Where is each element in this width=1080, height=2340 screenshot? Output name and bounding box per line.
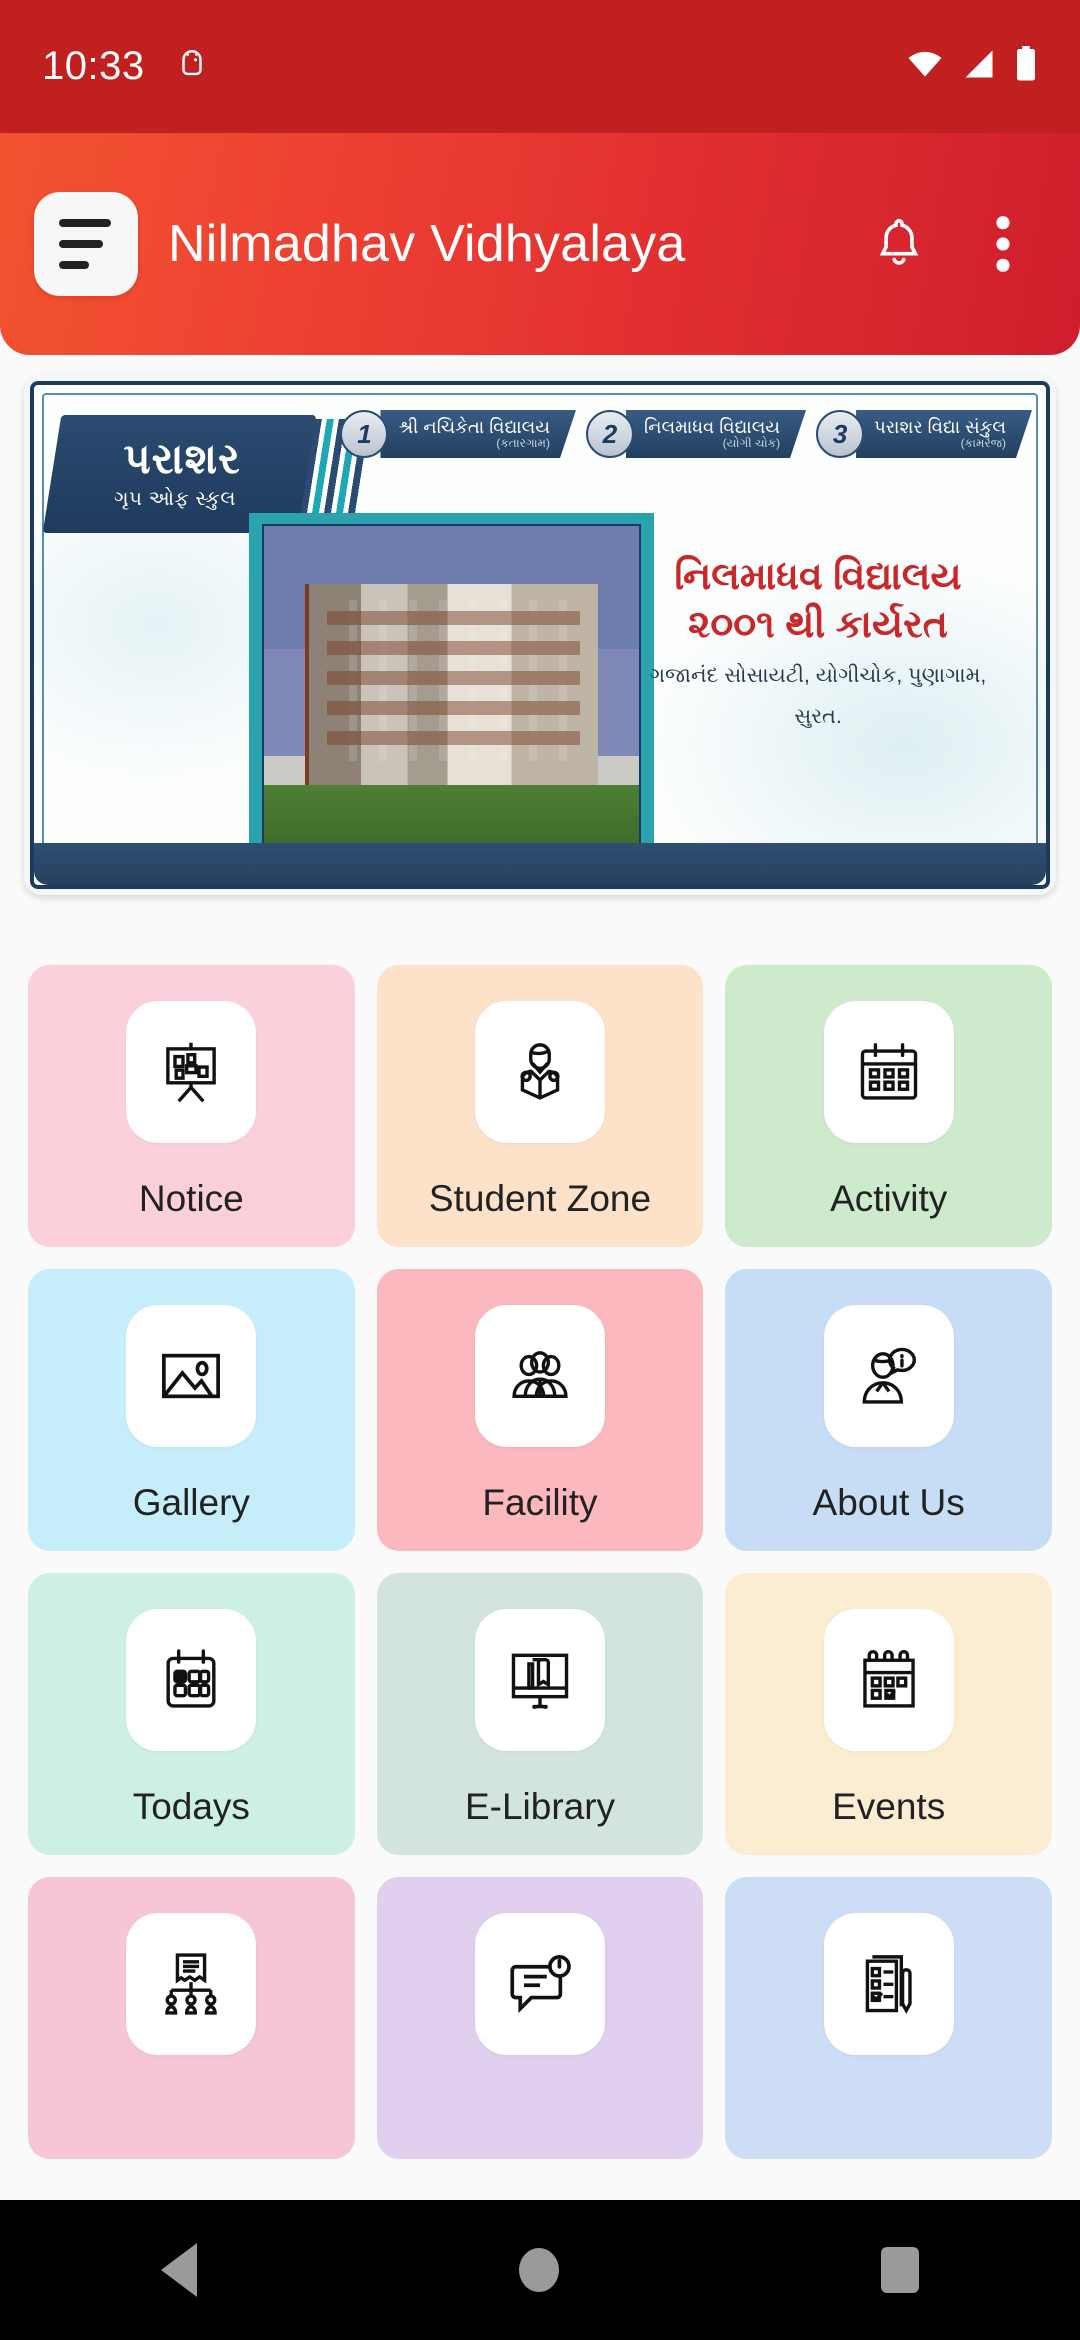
student-reading-icon (474, 1001, 605, 1143)
banner-tab: 1 શ્રી નચિકેતા વિદ્યાલય (કતારગામ) (340, 407, 576, 461)
banner-address-line2: સુરત. (794, 705, 842, 729)
tile-label: Activity (830, 1178, 948, 1219)
banner-school-tabs: 1 શ્રી નચિકેતા વિદ્યાલય (કતારગામ) 2 નિલમ… (334, 407, 1032, 461)
android-navigation-bar (0, 2200, 1080, 2340)
tile-about-us[interactable]: About Us (725, 1269, 1052, 1551)
page-title: Nilmadhav Vidhyalaya (168, 215, 686, 273)
hamburger-menu-icon[interactable] (34, 192, 138, 296)
status-bar-right (906, 46, 1038, 87)
chat-clock-icon (474, 1913, 605, 2055)
building-image (262, 524, 641, 852)
tile-organisation[interactable] (28, 1877, 355, 2159)
banner-text-block: નિલમાધવ વિદ્યાલય ૨૦૦૧ થી કાર્યરત ગજાનંદ … (618, 555, 1018, 733)
logo-sub-text: ગૃપ ઓફ સ્કુલ (114, 487, 237, 510)
banner-tab-number: 2 (586, 410, 635, 458)
app-bar: Nilmadhav Vidhyalaya (0, 133, 1080, 355)
tile-chat[interactable] (376, 1877, 704, 2159)
banner-tab-title: પરાશર વિદ્યા સંકુલ (874, 417, 1006, 438)
app-bar-actions (856, 201, 1046, 287)
tile-todays[interactable]: Todays (28, 1573, 355, 1855)
bell-icon[interactable] (856, 201, 942, 287)
status-bar-left: 10:33 (42, 44, 209, 89)
menu-grid: Notice Student Zone Activity Gallery Fac… (28, 965, 1052, 2159)
tile-label: About Us (812, 1482, 965, 1523)
notice-board-icon (126, 1001, 257, 1143)
image-icon (126, 1305, 257, 1447)
tile-activity[interactable]: Activity (725, 965, 1052, 1247)
banner-tab: 2 નિલમાધવ વિદ્યાલય (યોગી ચોક) (586, 407, 806, 461)
tile-student-zone[interactable]: Student Zone (376, 965, 704, 1247)
android-debug-icon (175, 47, 209, 86)
tile-notice[interactable]: Notice (28, 965, 355, 1247)
lawn (264, 785, 639, 850)
tile-events[interactable]: Events (725, 1573, 1052, 1855)
school-banner-card[interactable]: પરાશર ગૃપ ઓફ સ્કુલ 1 શ્રી નચિકેતા વિદ્યા… (24, 375, 1056, 895)
tile-label: Todays (132, 1786, 250, 1827)
banner-tab-sub: (કામરેજ) (960, 436, 1006, 451)
status-bar: 10:33 (0, 0, 1080, 133)
monitor-book-icon (474, 1609, 605, 1751)
people-group-icon (474, 1305, 605, 1447)
more-vertical-icon[interactable] (960, 201, 1046, 287)
banner-tab-body: નિલમાધવ વિદ્યાલય (યોગી ચોક) (626, 410, 806, 458)
checklist-pen-icon (823, 1913, 954, 2055)
app-screen: 10:33 Nilmadhav Vidhyalaya પરાશર ગૃપ ઓફ … (0, 0, 1080, 2340)
banner-tab: 3 પરાશર વિદ્યા સંકુલ (કામરેજ) (816, 407, 1032, 461)
tile-label: Events (832, 1786, 946, 1827)
banner-tab-title: શ્રી નચિકેતા વિદ્યાલય (398, 417, 551, 438)
logo-main-text: પરાશર (123, 434, 241, 482)
person-info-icon (823, 1305, 954, 1447)
banner-tab-sub: (કતારગામ) (496, 436, 551, 451)
recents-icon[interactable] (881, 2247, 919, 2293)
calendar-icon (823, 1001, 954, 1143)
banner-tab-title: નિલમાધવ વિદ્યાલય (644, 417, 781, 438)
banner-tab-body: શ્રી નચિકેતા વિદ્યાલય (કતારગામ) (380, 410, 576, 458)
back-icon[interactable] (161, 2243, 197, 2297)
tile-facility[interactable]: Facility (376, 1269, 704, 1551)
home-icon[interactable] (519, 2248, 559, 2292)
banner-artwork: પરાશર ગૃપ ઓફ સ્કુલ 1 શ્રી નચિકેતા વિદ્યા… (30, 381, 1050, 889)
banner-tab-sub: (યોગી ચોક) (722, 436, 781, 451)
building (305, 584, 598, 786)
tile-label: Student Zone (428, 1178, 652, 1219)
banner-tab-body: પરાશર વિદ્યા સંકુલ (કામરેજ) (856, 410, 1032, 458)
banner-tab-number: 3 (816, 410, 865, 458)
status-bar-clock: 10:33 (42, 44, 145, 88)
tile-checklist[interactable] (725, 1877, 1052, 2159)
calendar-today-icon (126, 1609, 257, 1751)
tile-gallery[interactable]: Gallery (28, 1269, 355, 1551)
org-chart-icon (126, 1913, 257, 2055)
signal-icon (961, 49, 997, 84)
tile-label: Facility (482, 1482, 598, 1523)
calendar-check-icon (823, 1609, 954, 1751)
school-building-photo (249, 513, 654, 863)
tile-label: E-Library (464, 1786, 616, 1827)
tile-label: Gallery (132, 1482, 250, 1523)
battery-icon (1014, 46, 1038, 87)
banner-subline: ૨૦૦૧ થી કાર્યરત (688, 603, 948, 646)
banner-headline: નિલમાધવ વિદ્યાલય (674, 556, 962, 598)
banner-base-bar (34, 843, 1046, 885)
tile-label: Notice (138, 1178, 244, 1219)
wifi-icon (906, 49, 944, 84)
tile-e-library[interactable]: E-Library (376, 1573, 704, 1855)
banner-address-line1: ગજાનંદ સોસાયટી, યોગીચોક, પુણાગામ, (649, 663, 987, 687)
